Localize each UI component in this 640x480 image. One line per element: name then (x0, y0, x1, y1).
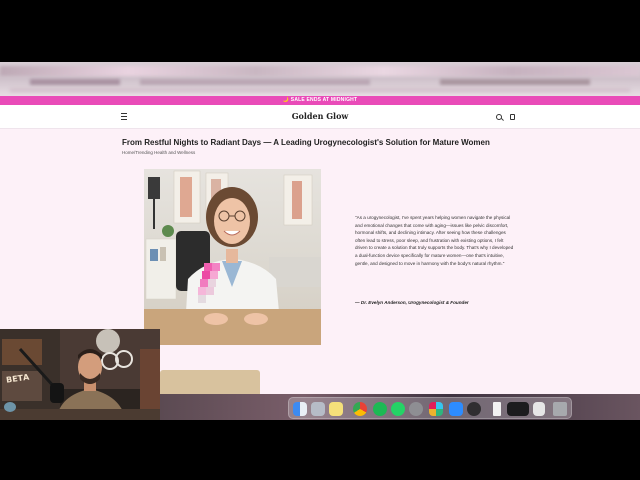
launchpad-icon[interactable] (311, 402, 325, 416)
webcam-overlay: ВЕТА (0, 329, 160, 420)
doctor-portrait-drawing (144, 170, 321, 345)
search-icon[interactable] (496, 114, 502, 120)
shopping-bag-icon[interactable] (510, 114, 515, 120)
founder-quote: "As a urogynecologist, I've spent years … (355, 215, 514, 266)
obs-icon[interactable] (467, 402, 481, 416)
quote-author: — Dr. Evelyn Anderson, Urogynecologist &… (355, 300, 469, 305)
trash-icon[interactable] (553, 402, 567, 416)
slack-icon[interactable] (429, 402, 443, 416)
mac-dock (288, 397, 572, 419)
blurred-toolbar (440, 79, 590, 85)
spotify-icon[interactable] (373, 402, 387, 416)
blurred-url-text (140, 79, 370, 85)
file-icon[interactable] (493, 402, 501, 416)
sale-announcement-bar[interactable]: 🌙 SALE ENDS AT MIDNIGHT (0, 96, 640, 105)
site-header: Golden Glow (0, 105, 640, 129)
article-title: From Restful Nights to Radiant Days — A … (122, 138, 490, 147)
breadcrumb[interactable]: Home/Trending Health and Wellness (122, 150, 195, 155)
browser-chrome-blurred (0, 62, 640, 96)
finder-icon[interactable] (293, 402, 307, 416)
screen: 🌙 SALE ENDS AT MIDNIGHT Golden Glow From… (0, 0, 640, 480)
blurred-tab-strip (0, 66, 640, 76)
site-logo[interactable]: Golden Glow (0, 111, 640, 121)
screen-icon[interactable] (507, 402, 529, 416)
chrome-icon[interactable] (353, 402, 367, 416)
notes-icon[interactable] (329, 402, 343, 416)
settings-icon[interactable] (409, 402, 423, 416)
app-icon[interactable] (533, 402, 545, 416)
zoom-icon[interactable] (449, 402, 463, 416)
doctor-portrait-image (144, 169, 321, 345)
blurred-bookmarks (10, 88, 630, 92)
whatsapp-icon[interactable] (391, 402, 405, 416)
blurred-url-bar (30, 79, 120, 85)
next-section-image (160, 370, 260, 394)
